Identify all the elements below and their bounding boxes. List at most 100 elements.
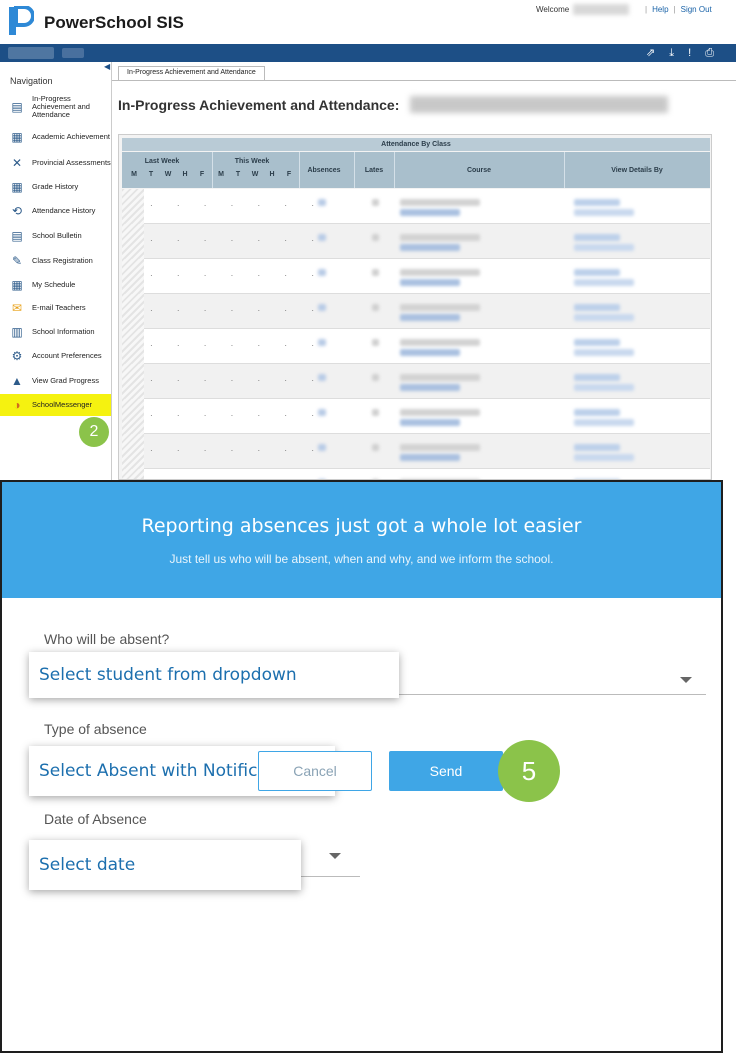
sidebar-item[interactable]: ▥ School Information (0, 320, 111, 344)
attendance-icon: ⟲ (11, 204, 23, 218)
ps-brand: PowerSchool SIS (44, 13, 184, 32)
chevron-down-icon[interactable] (680, 677, 692, 683)
help-link[interactable]: Help (652, 5, 668, 14)
blurred-details-link[interactable] (574, 419, 634, 426)
sidebar-item[interactable]: ✉ E-mail Teachers (0, 296, 111, 320)
sidebar-item-label: Grade History (32, 182, 79, 191)
schoolmessenger-icon: ◑ (13, 398, 21, 412)
blurred-details-link[interactable] (574, 269, 620, 276)
blurred-cell (372, 444, 379, 451)
blurred-teacher-link[interactable] (400, 279, 460, 286)
day-header: M (131, 171, 137, 178)
graduation-cap-icon: ▲ (11, 374, 23, 388)
blurred-details-link[interactable] (574, 444, 620, 451)
external-link-icon[interactable]: ⇗ (646, 47, 669, 59)
blurred-details-link[interactable] (574, 304, 620, 311)
sidebar-item-label: Attendance History (32, 206, 96, 215)
day-header: T (235, 171, 241, 178)
sidebar-item[interactable]: ▦ Academic Achievement (0, 124, 111, 150)
student-select[interactable]: Select student from dropdown (29, 652, 399, 698)
sidebar-item[interactable]: ▦ My Schedule (0, 274, 111, 296)
school-icon: ▥ (11, 325, 23, 339)
blurred-details-link[interactable] (574, 244, 634, 251)
sidebar-item-label: Academic Achievement (32, 132, 110, 141)
send-button[interactable]: Send (389, 751, 503, 791)
grade-book-icon: ▤ (11, 100, 23, 114)
sidebar-item[interactable]: ▤ School Bulletin (0, 224, 111, 248)
blurred-details-link[interactable] (574, 409, 620, 416)
sm-banner: Reporting absences just got a whole lot … (2, 482, 721, 598)
alert-icon[interactable]: ! (688, 47, 705, 59)
ps-toolbar: ⇗⤓!⎙ (0, 44, 736, 62)
blurred-details-link[interactable] (574, 314, 634, 321)
hatched-cell (122, 434, 144, 469)
sidebar-item[interactable]: ✎ Class Registration (0, 248, 111, 274)
blurred-details-link[interactable] (574, 349, 634, 356)
registration-icon: ✎ (11, 254, 23, 268)
collapse-nav-icon[interactable]: ◀ (104, 62, 112, 76)
blurred-details-link[interactable] (574, 454, 634, 461)
table-row: · · · · · · · (122, 469, 710, 479)
step-badge-5: 5 (498, 740, 560, 802)
blurred-details-link[interactable] (574, 384, 634, 391)
attendance-marks: · · · · · · · (150, 341, 325, 350)
blurred-cell (400, 269, 480, 276)
table-row: · · · · · · · (122, 224, 710, 259)
blurred-cell (400, 444, 480, 451)
course-header: Course (466, 167, 492, 174)
blurred-teacher-link[interactable] (400, 454, 460, 461)
table-row: · · · · · · · (122, 189, 710, 224)
powerschool-window: PowerSchool SIS Welcome | Help | Sign Out ⇗… (0, 0, 736, 480)
chevron-down-icon[interactable] (329, 853, 341, 859)
blurred-teacher-link[interactable] (400, 314, 460, 321)
blurred-teacher-link[interactable] (400, 419, 460, 426)
sidebar-item[interactable]: ▦ Grade History (0, 176, 111, 198)
download-icon[interactable]: ⤓ (669, 47, 688, 59)
sidebar-item[interactable]: ⟲ Attendance History (0, 198, 111, 224)
tab-in-progress[interactable]: In-Progress Achievement and Attendance (118, 66, 265, 80)
blurred-details-link[interactable] (574, 374, 620, 381)
table-body: · · · · · · · · · · · · · · · · · · · · · ·… (122, 189, 710, 479)
blurred-cell (372, 304, 379, 311)
sidebar-item[interactable]: ◑ SchoolMessenger (0, 394, 111, 416)
blurred-teacher-link[interactable] (400, 209, 460, 216)
page-title: In-Progress Achievement and Attendance: (118, 97, 400, 113)
history-icon: ▦ (11, 180, 23, 194)
blurred-teacher-link[interactable] (400, 349, 460, 356)
table-row: · · · · · · · (122, 364, 710, 399)
blurred-cell (318, 409, 326, 416)
view-details-header: View Details By (611, 167, 663, 174)
sidebar-item-label: SchoolMessenger (32, 400, 93, 409)
sidebar-item-label: In-Progress Achievement and Attendance (32, 94, 90, 119)
sign-out-link[interactable]: Sign Out (681, 5, 712, 14)
nav-title: Navigation (10, 76, 53, 86)
sidebar-item[interactable]: ▤ In-Progress Achievement and Attendance (0, 90, 111, 124)
date-select[interactable]: Select date (29, 840, 301, 890)
day-header: F (199, 171, 205, 178)
day-header: F (286, 171, 292, 178)
blurred-details-link[interactable] (574, 279, 634, 286)
day-header: H (269, 171, 275, 178)
blurred-details-link[interactable] (574, 234, 620, 241)
last-week-header: Last Week (144, 158, 180, 165)
sidebar-item[interactable]: ✕ Provincial Assessments (0, 150, 111, 176)
blurred-cell (400, 374, 480, 381)
sidebar-item[interactable]: ⚙ Account Preferences (0, 344, 111, 368)
blurred-teacher-link[interactable] (400, 384, 460, 391)
blurred-teacher-link[interactable] (400, 244, 460, 251)
blurred-cell (400, 304, 480, 311)
cancel-button[interactable]: Cancel (258, 751, 372, 791)
tab-divider (112, 80, 736, 81)
sidebar-item-label: School Information (32, 327, 95, 336)
blurred-cell (400, 199, 480, 206)
sidebar-item-label: Class Registration (32, 256, 93, 265)
blurred-cell (400, 409, 480, 416)
blurred-cell (372, 374, 379, 381)
blurred-details-link[interactable] (574, 209, 634, 216)
print-icon[interactable]: ⎙ (705, 47, 728, 59)
blurred-details-link[interactable] (574, 339, 620, 346)
blurred-details-link[interactable] (574, 199, 620, 206)
attendance-marks: · · · · · · · (150, 306, 325, 315)
sidebar-item[interactable]: ▲ View Grad Progress (0, 368, 111, 394)
table-row: · · · · · · · (122, 329, 710, 364)
